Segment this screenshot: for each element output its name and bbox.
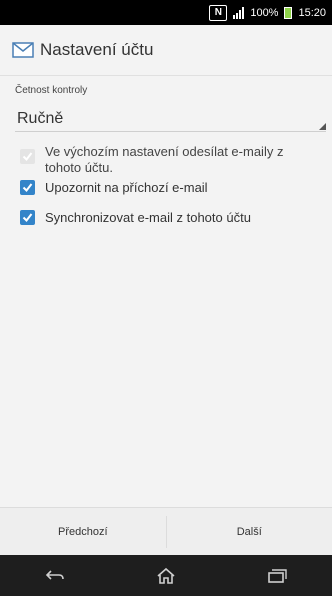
back-icon [46,569,65,580]
action-bar: Nastavení účtu [0,25,332,76]
checkbox-default-send[interactable] [20,149,35,164]
option-notify-incoming[interactable]: Upozornit na příchozí e-mail [20,180,208,196]
option-label: Ve výchozím nastavení odesílat e-maily z… [45,144,284,175]
checkmark-icon [22,213,33,223]
home-icon [157,567,175,584]
screen: N 100% 15:20 Nastavení účtu Četnost kont… [0,0,332,596]
recent-apps-icon [267,568,287,583]
checkbox-notify-incoming[interactable] [20,180,35,195]
battery-icon [284,6,293,19]
previous-button[interactable]: Předchozí [0,508,166,556]
option-default-send[interactable]: Ve výchozím nastavení odesílat e-maily z… [20,144,315,176]
checkmark-icon [22,152,33,162]
nfc-icon: N [209,4,228,21]
navigation-bar [0,555,332,596]
option-sync-email[interactable]: Synchronizovat e-mail z tohoto účtu [20,210,251,226]
envelope-icon [12,42,34,58]
recent-apps-button[interactable] [257,555,297,596]
dropdown-corner-icon [319,123,326,130]
back-button[interactable] [35,555,75,596]
option-label: Upozornit na příchozí e-mail [45,180,208,195]
checkbox-sync-email[interactable] [20,210,35,225]
check-frequency-select[interactable]: Ručně [15,105,326,132]
clock: 15:20 [298,6,326,19]
page-title: Nastavení účtu [40,40,154,59]
option-label: Synchronizovat e-mail z tohoto účtu [45,210,251,225]
battery-percent: 100% [250,6,279,19]
checkmark-icon [22,183,33,193]
next-button[interactable]: Další [167,508,332,556]
check-frequency-label: Četnost kontroly [15,85,88,96]
home-button[interactable] [146,555,186,596]
status-bar: N 100% 15:20 [0,0,332,25]
bottom-button-bar: Předchozí Další [0,507,332,556]
check-frequency-value: Ručně [17,110,64,127]
signal-icon [233,6,245,19]
